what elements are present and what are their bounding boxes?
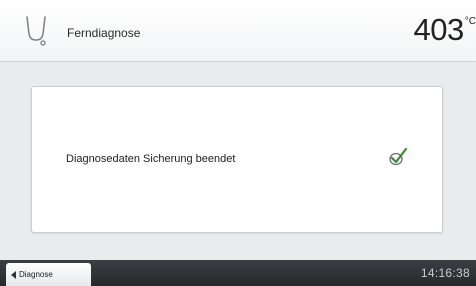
temperature-display: 403 °C [414,14,476,48]
temperature-unit: °C [464,16,476,27]
temperature-value: 403 [413,12,465,47]
back-button[interactable]: Diagnose [6,263,91,286]
stethoscope-icon [24,14,50,48]
message-panel: Diagnosedaten Sicherung beendet [31,86,443,233]
footer-bar: Diagnose 14:16:38 [0,260,476,286]
page-title: Ferndiagnose [67,26,141,40]
clock: 14:16:38 [420,266,470,280]
status-message: Diagnosedaten Sicherung beendet [66,153,236,165]
back-arrow-icon [11,270,16,279]
back-button-label: Diagnose [19,270,53,279]
check-icon [387,147,409,167]
header-bar: Ferndiagnose 403 °C [0,0,476,62]
